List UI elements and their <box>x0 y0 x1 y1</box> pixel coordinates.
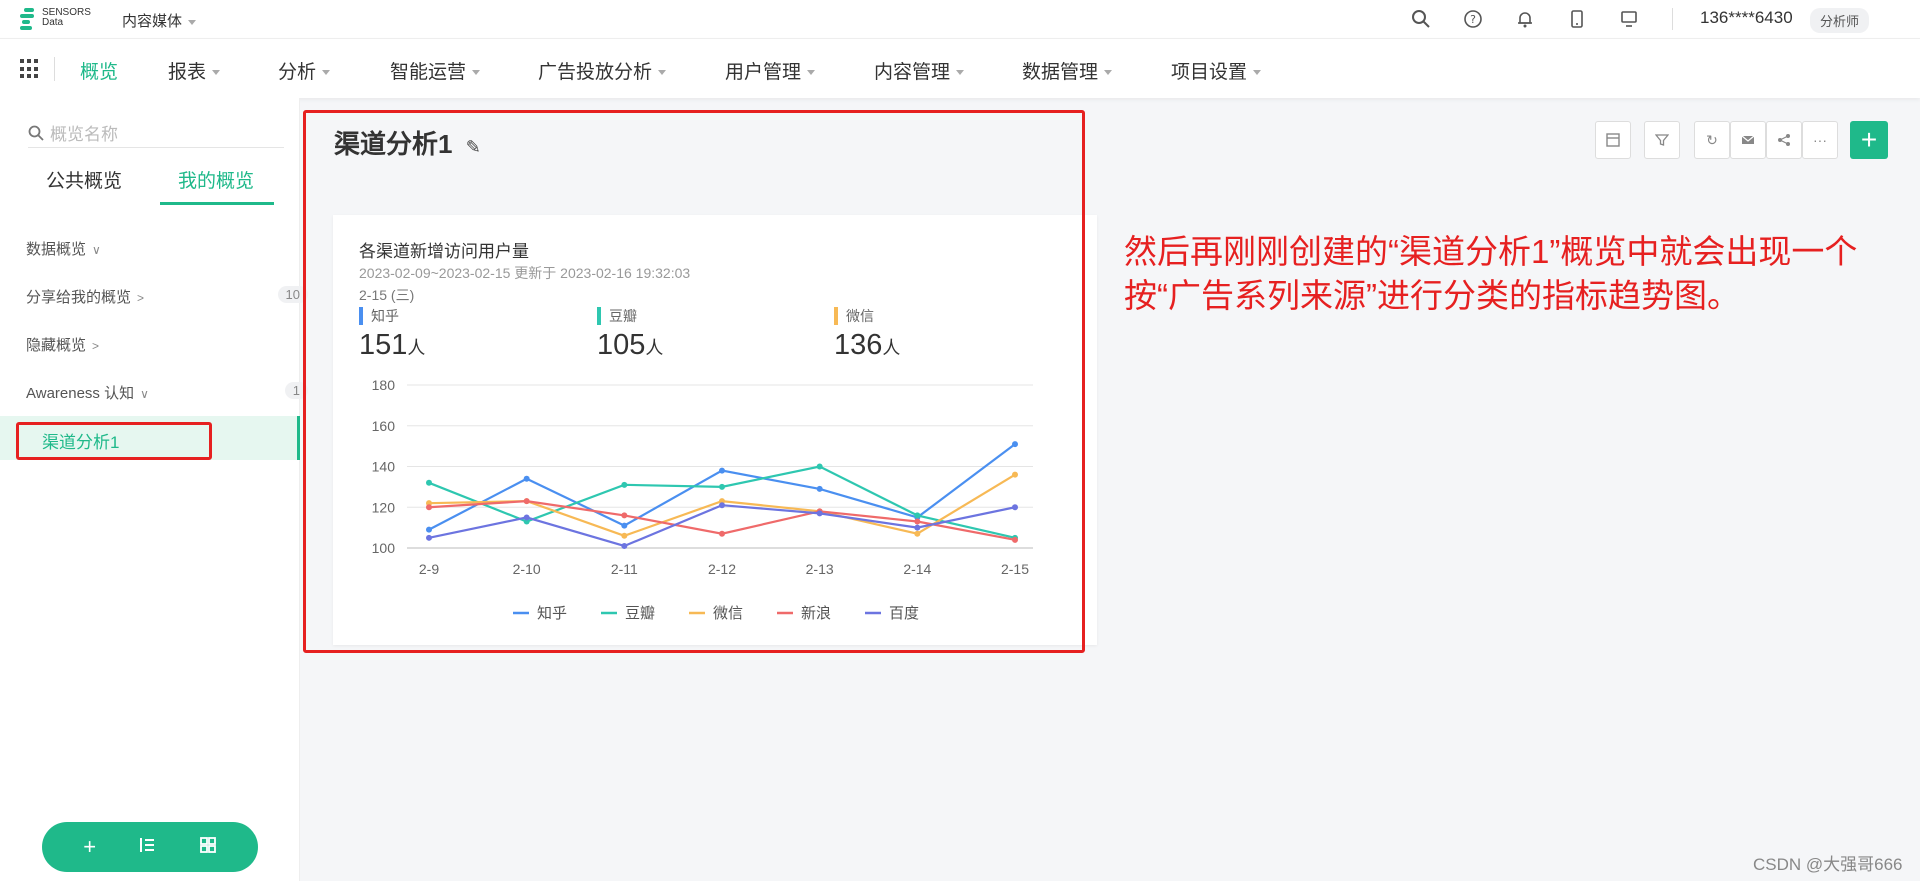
chevron-down-icon: ∨ <box>140 387 149 401</box>
grid-view-icon[interactable] <box>199 834 217 860</box>
refresh-icon: ↻ <box>1706 131 1718 148</box>
divider <box>54 57 55 81</box>
nav-analysis[interactable]: 分析 <box>278 57 331 84</box>
nav-ad-analysis[interactable]: 广告投放分析 <box>538 57 667 84</box>
search-input[interactable]: 概览名称 <box>28 118 284 148</box>
chevron-down-icon: ∨ <box>92 243 101 257</box>
chevron-down-icon <box>1104 70 1113 76</box>
nav-reports[interactable]: 报表 <box>168 57 221 84</box>
chevron-down-icon <box>956 70 965 76</box>
share-icon <box>1778 134 1790 146</box>
plus-icon: + <box>1860 124 1878 155</box>
more-icon: ··· <box>1813 132 1827 148</box>
role-badge[interactable]: 分析师 <box>1810 8 1870 33</box>
filter-icon <box>1655 134 1669 146</box>
nav-overview[interactable]: 概览 <box>80 57 118 84</box>
main-nav: 概览 报表 分析 智能运营 广告投放分析 用户管理 内容管理 数据管理 项目设置 <box>0 38 1920 98</box>
logo-line2: Data <box>42 17 64 28</box>
sidebar-group-awareness[interactable]: Awareness 认知 ∨ 1 <box>26 382 308 403</box>
app-grid-icon[interactable] <box>20 59 40 79</box>
mail-icon <box>1741 135 1755 144</box>
svg-text:?: ? <box>1470 13 1476 26</box>
tab-public-overview[interactable]: 公共概览 <box>46 166 122 193</box>
search-placeholder: 概览名称 <box>50 125 118 144</box>
mobile-icon[interactable] <box>1566 8 1588 30</box>
sidebar: 概览名称 公共概览 我的概览 数据概览 ∨ 分享给我的概览 >10 隐藏概览 > Aw… <box>0 98 308 881</box>
divider <box>1672 8 1673 30</box>
tab-my-overview[interactable]: 我的概览 <box>178 166 254 193</box>
logo-icon <box>20 6 38 30</box>
filter-button[interactable] <box>1644 121 1680 159</box>
nav-project-settings[interactable]: 项目设置 <box>1171 57 1262 84</box>
nav-data-mgmt[interactable]: 数据管理 <box>1022 57 1113 84</box>
monitor-icon[interactable] <box>1618 8 1640 30</box>
sidebar-group-data-overview[interactable]: 数据概览 ∨ <box>26 238 101 259</box>
chevron-down-icon <box>658 70 667 76</box>
nav-user-mgmt[interactable]: 用户管理 <box>725 57 816 84</box>
nav-smart-ops[interactable]: 智能运营 <box>390 57 481 84</box>
chevron-down-icon <box>212 70 221 76</box>
sidebar-actions: + <box>42 822 258 872</box>
sidebar-group-shared[interactable]: 分享给我的概览 >10 <box>26 286 308 307</box>
search-icon <box>28 125 44 141</box>
chevron-down-icon <box>472 70 481 76</box>
user-account[interactable]: 136****6430 <box>1700 8 1793 28</box>
highlight-box <box>16 422 212 460</box>
watermark: CSDN @大强哥666 <box>1753 855 1903 874</box>
chevron-down-icon <box>807 70 816 76</box>
add-button[interactable]: + <box>1850 121 1888 159</box>
bell-icon[interactable] <box>1514 8 1536 30</box>
layout-button[interactable] <box>1595 121 1631 159</box>
share-button[interactable] <box>1766 121 1802 159</box>
chevron-right-icon: > <box>137 291 145 305</box>
annotation-text: 然后再刚刚创建的“渠道分析1”概览中就会出现一个按“广告系列来源”进行分类的指标… <box>1124 233 1858 314</box>
sort-list-icon[interactable] <box>138 834 156 860</box>
active-tab-indicator <box>160 202 274 205</box>
refresh-button[interactable]: ↻ <box>1694 121 1730 159</box>
highlight-box <box>303 110 1085 653</box>
project-selector[interactable]: 内容媒体 <box>122 10 197 31</box>
chevron-down-icon <box>188 19 197 25</box>
more-button[interactable]: ··· <box>1802 121 1838 159</box>
email-button[interactable] <box>1730 121 1766 159</box>
chevron-down-icon <box>322 70 331 76</box>
nav-content-mgmt[interactable]: 内容管理 <box>874 57 965 84</box>
layout-icon <box>1606 133 1620 147</box>
search-icon[interactable] <box>1410 8 1432 30</box>
sidebar-group-hidden[interactable]: 隐藏概览 > <box>26 334 99 355</box>
sensors-logo[interactable]: SENSORS Data <box>20 6 91 30</box>
chevron-right-icon: > <box>92 339 100 353</box>
add-icon[interactable]: + <box>83 834 96 860</box>
chevron-down-icon <box>1253 70 1262 76</box>
help-icon[interactable]: ? <box>1462 8 1484 30</box>
top-bar: SENSORS Data 内容媒体 ? 136****6430 分析师 <box>0 0 1920 38</box>
